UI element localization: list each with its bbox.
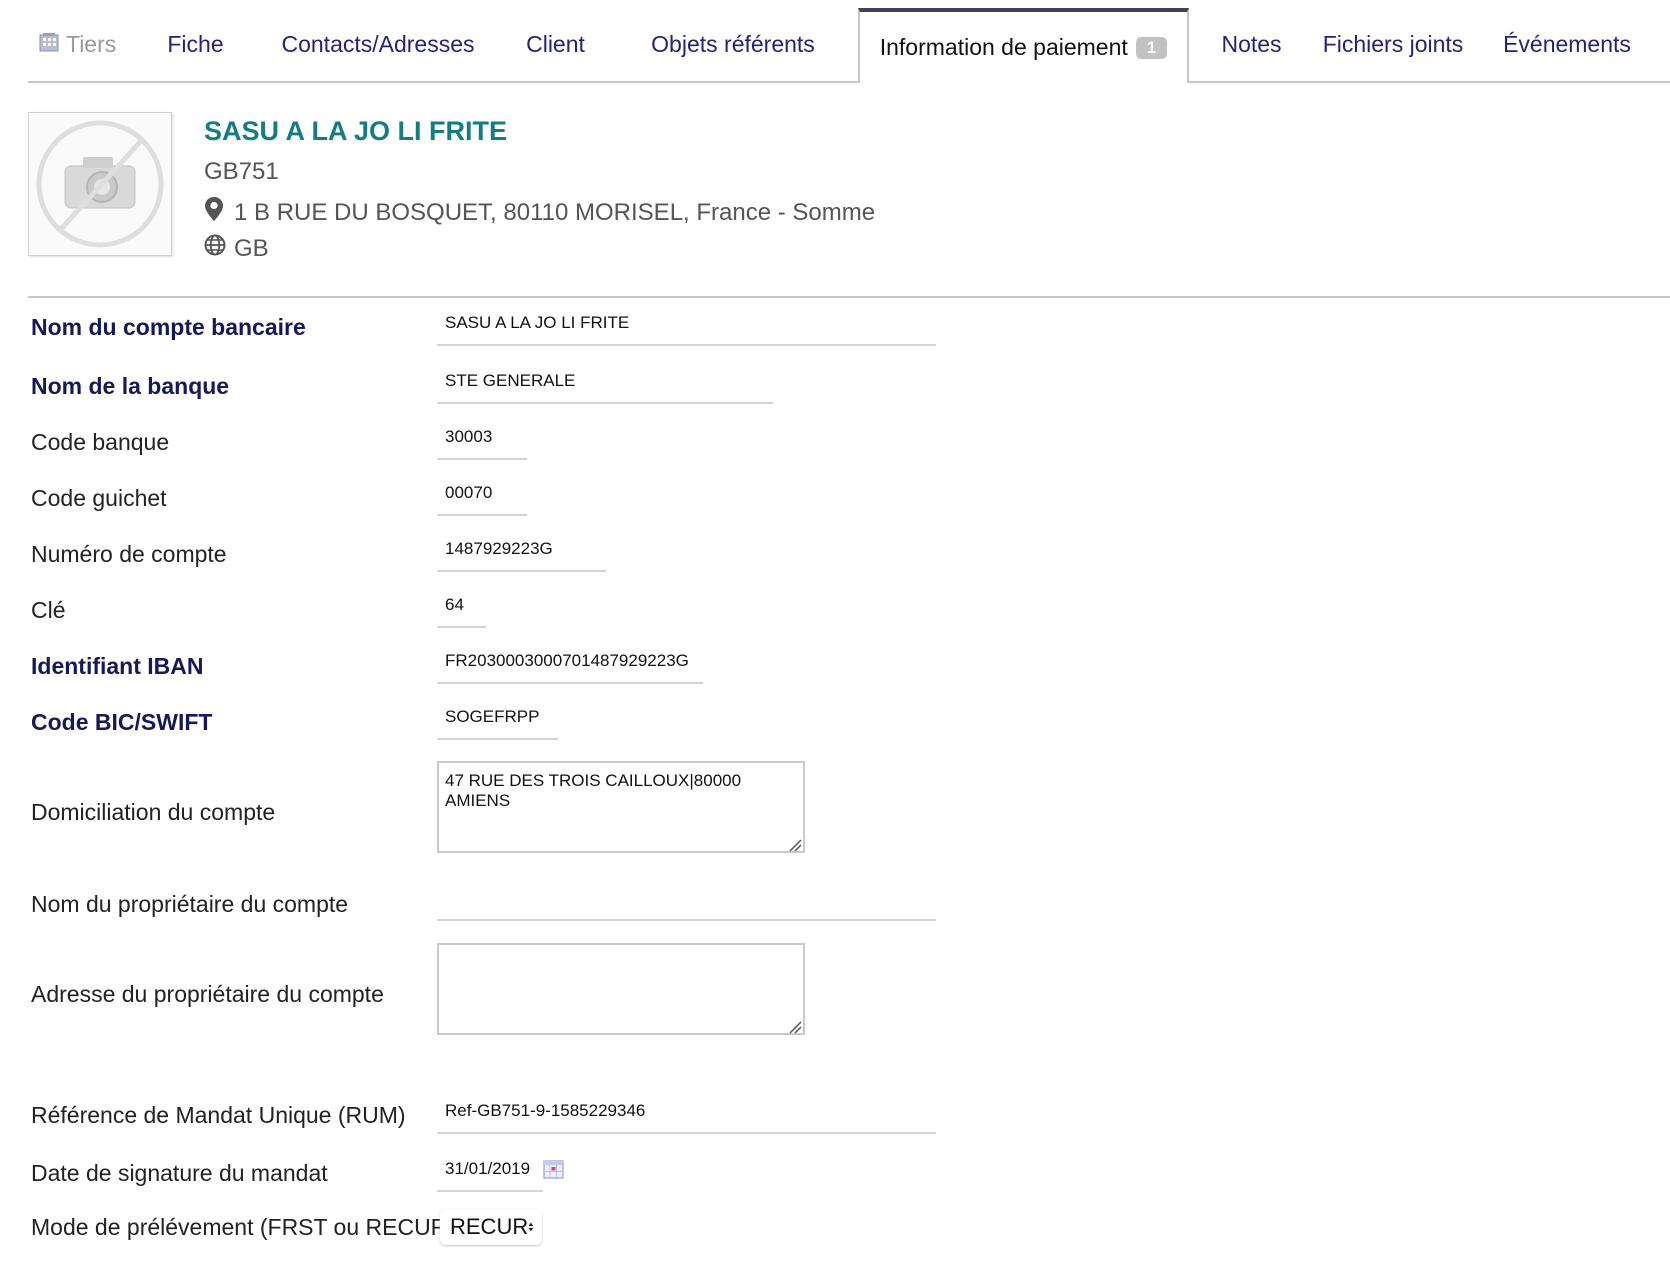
- mandate-date-label: Date de signature du mandat: [31, 1160, 328, 1186]
- tab-bar: Tiers Fiche Contacts/Adresses Client Obj…: [28, 8, 1670, 83]
- debit-mode-value: RECUR: [450, 1214, 529, 1239]
- tab-evenements[interactable]: Événements: [1472, 8, 1662, 81]
- resize-grip-icon[interactable]: [788, 1020, 802, 1034]
- map-pin-icon: [204, 196, 226, 229]
- key-input[interactable]: [437, 584, 486, 628]
- rum-label: Référence de Mandat Unique (RUM): [31, 1102, 406, 1128]
- bank-code-label: Code banque: [31, 429, 170, 455]
- no-photo-icon: [36, 120, 164, 248]
- debit-mode-select[interactable]: RECUR: [440, 1209, 542, 1245]
- iban-input[interactable]: [437, 640, 703, 684]
- bic-input[interactable]: [437, 696, 558, 740]
- owner-name-label: Nom du propriétaire du compte: [31, 891, 349, 917]
- bic-label: Code BIC/SWIFT: [31, 709, 213, 735]
- tab-contacts-label: Contacts/Adresses: [281, 31, 475, 57]
- tab-client[interactable]: Client: [503, 8, 608, 81]
- bank-name-label: Nom de la banque: [31, 373, 230, 399]
- resize-grip-icon[interactable]: [788, 838, 802, 852]
- company-code: GB751: [204, 158, 279, 185]
- tab-objets-referents[interactable]: Objets référents: [608, 8, 858, 81]
- bank-code-input[interactable]: [437, 416, 527, 460]
- tab-contacts-adresses[interactable]: Contacts/Adresses: [253, 8, 503, 81]
- tab-client-label: Client: [526, 31, 585, 57]
- tab-information-paiement[interactable]: Information de paiement 1: [858, 8, 1189, 83]
- account-name-label: Nom du compte bancaire: [31, 314, 306, 340]
- company-address: 1 B RUE DU BOSQUET, 80110 MORISEL, Franc…: [204, 196, 875, 229]
- account-number-input[interactable]: [437, 528, 606, 572]
- owner-address-label: Adresse du propriétaire du compte: [31, 981, 384, 1007]
- company-country-text: GB: [234, 234, 269, 262]
- select-arrows-icon: [528, 1222, 534, 1232]
- company-country: GB: [204, 234, 269, 263]
- company-name[interactable]: SASU A LA JO LI FRITE: [204, 116, 507, 147]
- owner-name-input[interactable]: [437, 877, 936, 921]
- company-address-text: 1 B RUE DU BOSQUET, 80110 MORISEL, Franc…: [234, 198, 876, 226]
- tab-count-badge: 1: [1135, 36, 1168, 59]
- bank-name-input[interactable]: [437, 360, 773, 404]
- calendar-icon[interactable]: [543, 1159, 564, 1179]
- tab-tiers[interactable]: Tiers: [28, 8, 138, 81]
- tab-paiement-label: Information de paiement: [879, 34, 1128, 60]
- rum-input[interactable]: [437, 1090, 936, 1134]
- building-icon: [38, 31, 60, 59]
- company-photo-placeholder[interactable]: [28, 112, 172, 256]
- globe-icon: [204, 234, 228, 263]
- tab-fichiers-joints[interactable]: Fichiers joints: [1314, 8, 1472, 81]
- tab-fichiers-label: Fichiers joints: [1322, 31, 1464, 57]
- branch-code-input[interactable]: [437, 472, 527, 516]
- key-label: Clé: [31, 597, 66, 623]
- domiciliation-textarea[interactable]: 47 RUE DES TROIS CAILLOUX|80000 AMIENS: [437, 761, 805, 853]
- tab-fiche[interactable]: Fiche: [138, 8, 253, 81]
- branch-code-label: Code guichet: [31, 485, 167, 511]
- account-name-input[interactable]: [437, 302, 936, 346]
- owner-address-textarea[interactable]: [437, 943, 805, 1035]
- section-divider: [28, 296, 1670, 298]
- tab-tiers-label: Tiers: [66, 31, 117, 57]
- domiciliation-label: Domiciliation du compte: [31, 799, 276, 825]
- iban-label: Identifiant IBAN: [31, 653, 204, 679]
- tab-objets-label: Objets référents: [651, 31, 815, 57]
- tab-notes-label: Notes: [1221, 31, 1282, 57]
- tab-fiche-label: Fiche: [167, 31, 224, 57]
- tab-evenements-label: Événements: [1503, 31, 1631, 57]
- debit-mode-label: Mode de prélévement (FRST ou RECUR): [31, 1214, 455, 1240]
- tab-notes[interactable]: Notes: [1189, 8, 1314, 81]
- mandate-date-input[interactable]: [437, 1148, 543, 1192]
- account-number-label: Numéro de compte: [31, 541, 227, 567]
